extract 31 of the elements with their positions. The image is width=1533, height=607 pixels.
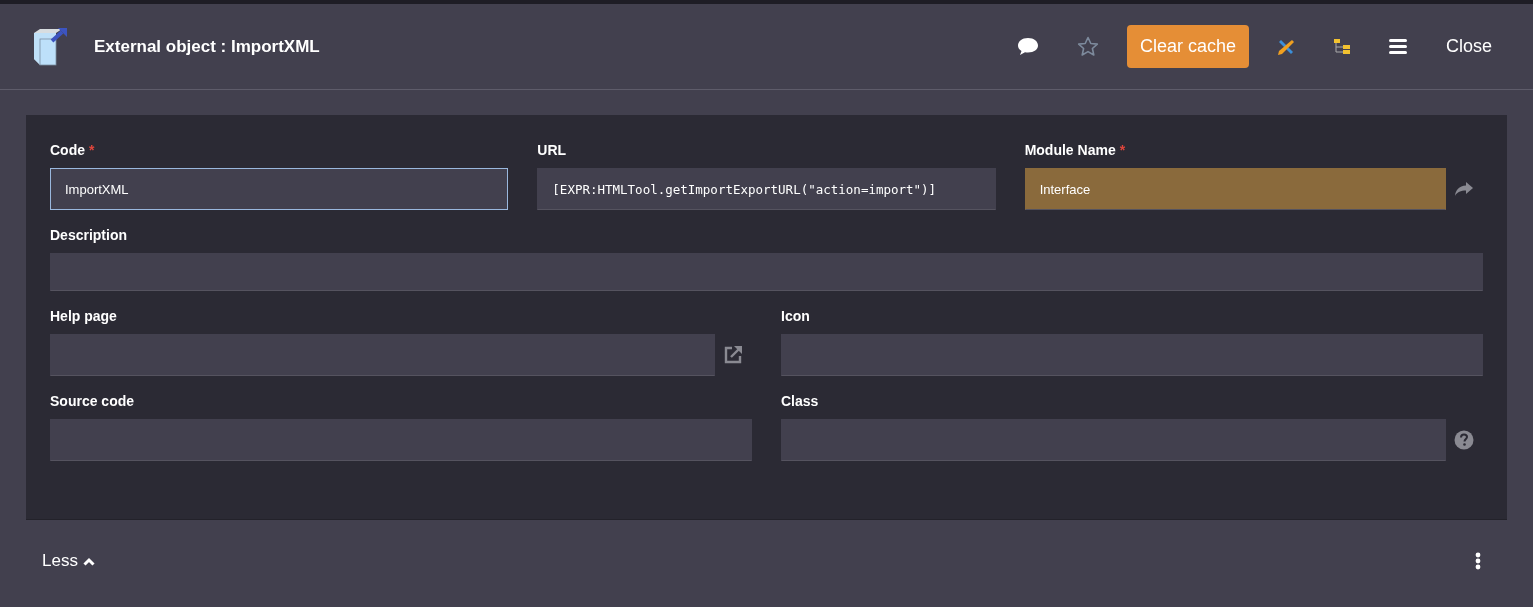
- field-label: Help page: [50, 308, 117, 326]
- input-field[interactable]: Interface: [1024, 168, 1446, 210]
- input-field[interactable]: [50, 253, 1483, 291]
- close-button[interactable]: Close: [1445, 36, 1492, 57]
- field-label: Description: [50, 227, 127, 245]
- required-mark: *: [89, 142, 95, 160]
- menu-icon[interactable]: [1388, 39, 1407, 54]
- less-toggle[interactable]: Less: [42, 551, 95, 571]
- field-label: Icon: [781, 308, 810, 326]
- star-icon[interactable]: [1076, 36, 1099, 57]
- required-mark: *: [1119, 142, 1126, 160]
- external-link-icon[interactable]: [723, 345, 743, 365]
- input-field[interactable]: [50, 419, 752, 461]
- input-field[interactable]: [781, 334, 1483, 376]
- input-field[interactable]: [781, 419, 1446, 461]
- field-label: URL: [537, 142, 567, 160]
- input-field[interactable]: [50, 334, 715, 376]
- ruler-pencil-icon[interactable]: [1276, 37, 1295, 56]
- share-arrow-icon[interactable]: [1454, 181, 1474, 197]
- folder-tree-icon[interactable]: [1332, 38, 1351, 55]
- input-field[interactable]: [EXPR:HTMLTool.getImportExportURL("action=import")]: [537, 168, 996, 210]
- more-options-icon[interactable]: [1475, 552, 1481, 570]
- chevron-up-icon: [82, 556, 95, 566]
- field-label: Source code: [50, 393, 135, 411]
- input-field[interactable]: ImportXML: [50, 168, 509, 210]
- help-icon[interactable]: [1454, 430, 1474, 450]
- page-title: External object : ImportXML: [94, 36, 320, 57]
- field-label: Class: [781, 393, 819, 411]
- field-label: Module Name: [1024, 142, 1116, 160]
- speech-bubble-icon[interactable]: [1016, 37, 1039, 56]
- field-label: Code: [50, 142, 85, 160]
